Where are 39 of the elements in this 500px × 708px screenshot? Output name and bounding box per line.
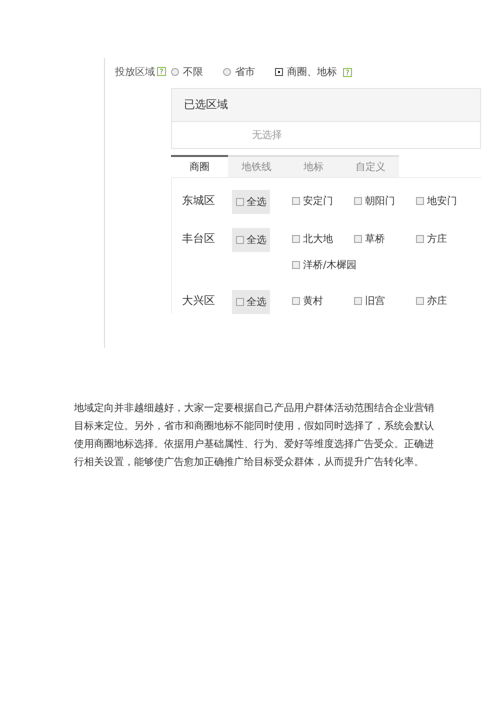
checkbox[interactable] bbox=[416, 197, 424, 205]
checkbox-label: 黄村 bbox=[303, 294, 323, 308]
radio-button[interactable] bbox=[275, 68, 283, 76]
district-name: 大兴区 bbox=[182, 293, 216, 309]
checkbox-label: 朝阳门 bbox=[365, 194, 395, 208]
option-label: 商圈、地标 bbox=[287, 66, 337, 80]
checkbox-label: 方庄 bbox=[427, 232, 447, 246]
checkbox[interactable] bbox=[354, 197, 362, 205]
select-all-button[interactable]: 全选 bbox=[232, 228, 270, 252]
district-name: 丰台区 bbox=[182, 231, 216, 247]
checkbox[interactable] bbox=[416, 235, 424, 243]
option-label: 省市 bbox=[235, 66, 255, 80]
district-name: 东城区 bbox=[182, 193, 216, 209]
tab[interactable]: 地标 bbox=[285, 155, 342, 177]
panel-title: 已选区域 bbox=[172, 89, 480, 122]
checkbox[interactable] bbox=[354, 297, 362, 305]
checkbox-label: 北大地 bbox=[303, 232, 333, 246]
checkbox[interactable] bbox=[416, 297, 424, 305]
checkbox[interactable] bbox=[354, 235, 362, 243]
checkbox[interactable] bbox=[292, 261, 300, 269]
field-label: 投放区域 bbox=[115, 66, 155, 78]
select-all-button[interactable]: 全选 bbox=[232, 290, 270, 314]
empty-text: 无选择 bbox=[251, 128, 283, 142]
checkbox-label: 地安门 bbox=[427, 194, 457, 208]
checkbox[interactable] bbox=[292, 197, 300, 205]
tab[interactable]: 自定义 bbox=[342, 155, 399, 177]
checkbox-label: 草桥 bbox=[365, 232, 385, 246]
select-all-button[interactable]: 全选 bbox=[232, 190, 270, 214]
radio-button[interactable] bbox=[171, 68, 179, 76]
option-label: 不限 bbox=[183, 66, 203, 80]
checkbox-label: 洋桥/木樨园 bbox=[303, 258, 356, 272]
checkbox[interactable] bbox=[292, 235, 300, 243]
checkbox[interactable] bbox=[292, 297, 300, 305]
radio-button[interactable] bbox=[223, 68, 231, 76]
checkbox-label: 安定门 bbox=[303, 194, 333, 208]
checkbox-label: 亦庄 bbox=[427, 294, 447, 308]
tab[interactable]: 地铁线 bbox=[228, 155, 285, 177]
paragraph: 地域定向并非越细越好，大家一定要根据自己产品用户群体活动范围结合企业营销目标来定位。另外，省市和商圈地标不能同时使用，假如同时选择了，系统会默认使用商圈地标选择。依据用户基础属性、行为、爱好等维度选择广告受众。正确进行相关设置，能够使广告愈加正确推广给目标受众群体，从而提升广告转化率。 bbox=[74, 402, 434, 470]
checkbox-label: 旧宫 bbox=[365, 294, 385, 308]
